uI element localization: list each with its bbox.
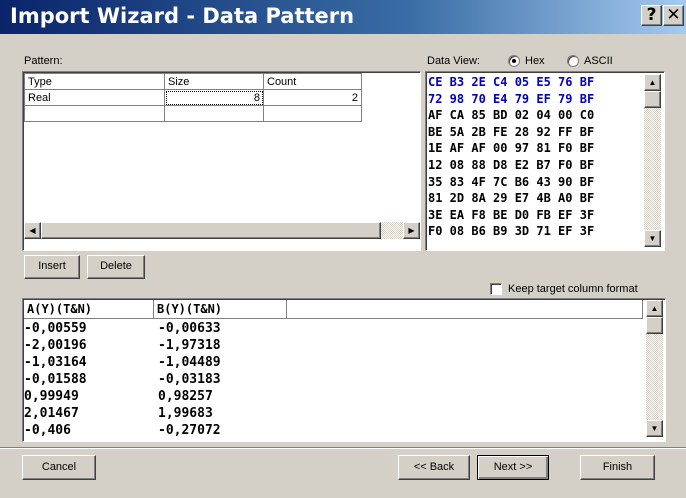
scroll-up-button[interactable]: ▲ [646, 300, 663, 317]
data-view-label: Data View: [427, 55, 480, 67]
scroll-down-button[interactable]: ▼ [644, 230, 661, 247]
cell-b: -1,04489 [158, 355, 221, 370]
back-button[interactable]: << Back [398, 455, 470, 480]
hex-row: CE B3 2E C4 05 E5 76 BF [428, 75, 595, 89]
table-row: -1,03164 -1,04489 [24, 354, 314, 371]
pattern-cell-count[interactable]: 2 [263, 89, 362, 106]
window-title: Import Wizard - Data Pattern [10, 4, 355, 28]
scroll-thumb[interactable] [646, 317, 663, 334]
finish-button[interactable]: Finish [580, 455, 655, 480]
ascii-radio[interactable] [567, 55, 579, 67]
cell-a: -0,406 [24, 423, 71, 438]
pattern-cell-size[interactable]: 8 [164, 89, 264, 106]
cell-b: -0,27072 [158, 423, 221, 438]
scroll-left-icon: ◀ [29, 226, 36, 235]
scroll-left-button[interactable]: ◀ [24, 222, 41, 239]
scroll-down-button[interactable]: ▼ [646, 420, 663, 437]
scroll-up-button[interactable]: ▲ [644, 74, 661, 91]
cell-a: 2,01467 [24, 406, 79, 421]
scroll-thumb[interactable] [41, 222, 381, 239]
cell-a: 0,99949 [24, 389, 79, 404]
table-row: 0,99949 0,98257 [24, 388, 314, 405]
scroll-thumb[interactable] [644, 91, 661, 108]
hex-row: 35 83 4F 7C B6 43 90 BF [428, 174, 595, 189]
insert-button[interactable]: Insert [24, 255, 80, 279]
pattern-grid: Type Size Count Real 8 2 [24, 73, 362, 122]
cell-b: 0,98257 [158, 389, 213, 404]
cell-a: -2,00196 [24, 338, 87, 353]
pattern-col-size[interactable]: Size [164, 73, 264, 90]
cell-a: -0,00559 [24, 321, 87, 336]
keep-format-label[interactable]: Keep target column format [508, 283, 638, 295]
scroll-up-icon: ▲ [648, 78, 657, 87]
hex-row: AF CA 85 BD 02 04 00 C0 [428, 108, 595, 123]
pattern-col-type[interactable]: Type [24, 73, 165, 90]
scroll-down-icon: ▼ [650, 424, 659, 433]
cancel-button[interactable]: Cancel [22, 455, 96, 480]
cell-a: -0,01588 [24, 372, 87, 387]
next-button[interactable]: Next >> [477, 455, 549, 480]
hex-row: 12 08 88 D8 E2 B7 F0 BF [428, 157, 595, 172]
pattern-col-count[interactable]: Count [263, 73, 362, 90]
hex-row: 72 98 70 E4 79 EF 79 BF [428, 91, 595, 106]
table-row: -0,01588 -0,03183 [24, 371, 314, 388]
pattern-cell-empty[interactable] [263, 105, 362, 122]
hex-row: F0 08 B6 B9 3D 71 EF 3F [428, 224, 595, 239]
scroll-right-button[interactable]: ▶ [403, 222, 420, 239]
scroll-right-icon: ▶ [408, 226, 415, 235]
help-button[interactable]: ? [641, 5, 662, 26]
scroll-up-icon: ▲ [650, 304, 659, 313]
hex-row: BE 5A 2B FE 28 92 FF BF [428, 124, 595, 139]
hex-row: 81 2D 8A 29 E7 4B A0 BF [428, 191, 595, 206]
cell-b: -0,03183 [158, 372, 221, 387]
pattern-cell-empty[interactable] [164, 105, 264, 122]
ascii-radio-label[interactable]: ASCII [584, 55, 613, 67]
table-row: 2,01467 1,99683 [24, 405, 314, 422]
hex-row: 1E AF AF 00 97 81 F0 BF [428, 141, 595, 156]
scroll-down-icon: ▼ [648, 234, 657, 243]
table-row: -0,00559 -0,00633 [24, 320, 314, 337]
cell-b: 1,99683 [158, 406, 213, 421]
pattern-cell-type[interactable]: Real [24, 89, 165, 106]
cell-a: -1,03164 [24, 355, 87, 370]
footer-separator [0, 447, 686, 449]
table-row: -0,406 -0,27072 [24, 422, 314, 439]
title-bar: Import Wizard - Data Pattern ? ✕ [0, 0, 686, 34]
table-row: -2,00196 -1,97318 [24, 337, 314, 354]
preview-col-a[interactable]: A(Y)(T&N) [24, 300, 154, 319]
close-icon: ✕ [666, 5, 681, 25]
hex-view: CE B3 2E C4 05 E5 76 BF 72 98 70 E4 79 EF… [428, 74, 594, 240]
close-button[interactable]: ✕ [663, 5, 684, 26]
preview-rows: -0,00559 -0,00633 -2,00196 -1,97318 -1,031… [24, 320, 314, 440]
preview-col-b[interactable]: B(Y)(T&N) [154, 300, 287, 319]
scroll-track[interactable] [644, 91, 661, 230]
hex-radio[interactable] [508, 55, 520, 67]
pattern-label: Pattern: [24, 55, 63, 67]
delete-button[interactable]: Delete [87, 255, 145, 279]
keep-format-checkbox[interactable] [490, 283, 502, 295]
hex-row: 3E EA F8 BE D0 FB EF 3F [428, 207, 595, 222]
pattern-cell-empty[interactable] [24, 105, 165, 122]
hex-radio-label[interactable]: Hex [525, 55, 545, 67]
preview-col-empty [287, 300, 643, 319]
cell-b: -1,97318 [158, 338, 221, 353]
cell-b: -0,00633 [158, 321, 221, 336]
help-icon: ? [646, 5, 657, 25]
